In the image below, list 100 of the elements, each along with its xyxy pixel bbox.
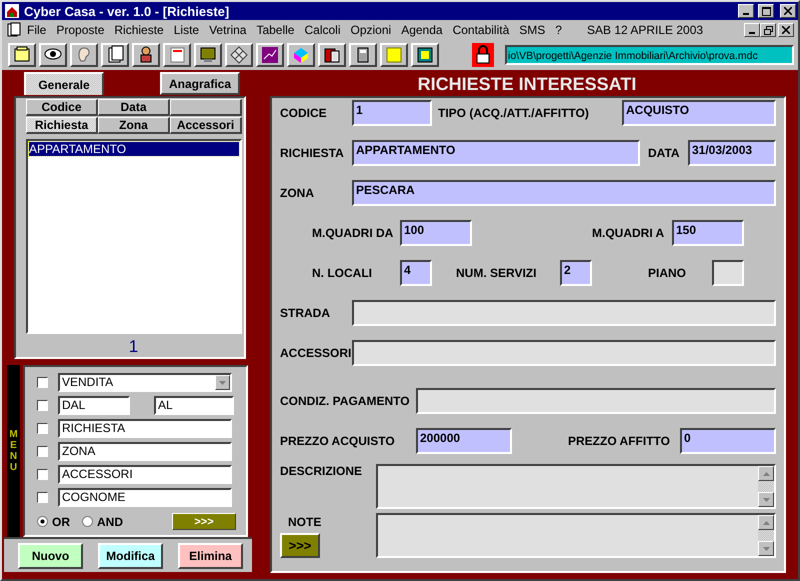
field-label: NOTE [288,515,322,529]
toolbar-button[interactable] [256,43,284,67]
input-field[interactable]: RICHIESTA [58,419,232,438]
radio-button[interactable]: AND [82,514,123,528]
close-icon [784,7,792,15]
picture-icon [415,45,435,65]
input-field[interactable]: ACCESSORI [58,465,232,484]
toolbar-button[interactable] [411,43,439,67]
input-field[interactable] [416,388,776,414]
close-button[interactable] [778,23,794,37]
maximize-button[interactable] [758,4,774,18]
field-label: STRADA [280,306,331,320]
field-label: CODICE [280,106,328,120]
minimize-button[interactable] [738,4,754,18]
toolbar-button[interactable] [225,43,253,67]
field-label: M.QUADRI DA [312,226,394,240]
menu-item[interactable]: Proposte [51,23,110,37]
checkbox[interactable] [37,423,48,434]
input-field[interactable] [352,340,776,366]
window-title: Cyber Casa - ver. 1.0 - [Richieste] [24,4,230,18]
input-field[interactable]: 1 [352,100,432,126]
menu-strip[interactable]: MENU [7,365,20,537]
grid-icon [229,45,249,65]
toolbar-button[interactable] [194,43,222,67]
padlock-icon[interactable] [472,43,494,67]
sort-button[interactable]: Data [98,99,170,116]
tab[interactable]: Generale [24,72,104,95]
radio-button[interactable]: OR [37,514,70,528]
tab[interactable]: Anagrafica [160,72,240,95]
menu-item[interactable]: ? [550,23,567,37]
sort-button[interactable]: Codice [26,99,98,116]
field-label: PREZZO AFFITTO [568,434,671,448]
menu-item[interactable]: Vetrina [204,23,252,37]
input-field[interactable] [712,260,744,286]
dropdown[interactable]: VENDITA [58,373,232,392]
checkbox[interactable] [37,377,48,388]
menu-item[interactable]: Opzioni [346,23,396,37]
menu-item[interactable]: Tabelle [251,23,300,37]
input-field[interactable]: 200000 [416,428,512,454]
input-field[interactable]: PESCARA [352,180,776,206]
checkbox[interactable] [37,469,48,480]
description-field[interactable] [376,464,776,509]
menu-item[interactable]: Contabilità [448,23,514,37]
notes-button[interactable]: >>> [280,533,320,558]
toolbar-button[interactable] [8,43,36,67]
restore-button[interactable] [760,23,776,37]
sort-button[interactable]: Richiesta [26,117,98,134]
field-label: NUM. SERVIZI [456,266,538,280]
checkbox[interactable] [37,400,48,411]
toolbar-button[interactable] [349,43,377,67]
menu-label: MENU [8,429,18,473]
menu-item[interactable]: Agenda [396,23,448,37]
menu-item[interactable]: Richieste [109,23,169,37]
menu-item[interactable]: Liste [168,23,204,37]
input-field[interactable]: DAL [58,396,130,415]
minimize-button[interactable] [744,23,760,37]
input-field[interactable]: 150 [672,220,744,246]
menu-item[interactable]: File [22,23,52,37]
notes-field[interactable] [376,513,776,558]
input-field[interactable]: 4 [400,260,432,286]
menu-item[interactable]: SMS [514,23,550,37]
toolbar-button[interactable] [101,43,129,67]
up-arrow-icon [762,472,770,476]
input-field[interactable]: COGNOME [58,488,232,507]
input-field[interactable]: ZONA [58,442,232,461]
app-icon [4,3,20,19]
input-field[interactable]: 0 [680,428,776,454]
maximize-icon [762,6,770,16]
input-field[interactable]: 100 [400,220,472,246]
sort-button[interactable]: Zona [98,117,170,134]
input-field[interactable]: APPARTAMENTO [352,140,640,166]
action-button[interactable]: Elimina [178,542,243,568]
field-label: M.QUADRI A [592,226,666,240]
input-field[interactable]: 2 [560,260,592,286]
checkbox[interactable] [37,446,48,457]
input-field[interactable]: ACQUISTO [622,100,776,126]
checkbox[interactable] [37,492,48,503]
date-text: SAB 12 APRILE 2003 [586,23,704,37]
down-arrow-icon [762,498,770,502]
toolbar-button[interactable] [70,43,98,67]
action-button[interactable]: Nuovo [18,542,83,568]
list-item[interactable]: APPARTAMENTO [29,142,239,156]
toolbar-button[interactable] [380,43,408,67]
search-button[interactable]: >>> [172,513,236,530]
toolbar-button[interactable] [163,43,191,67]
path-field[interactable]: io\VB\progetti\Agenzie Immobiliari\Archivio\prova.mdc [505,45,794,65]
toolbar-button[interactable] [39,43,67,67]
toolbar-button[interactable] [132,43,160,67]
sort-button[interactable] [170,99,242,116]
input-field[interactable]: 31/03/2003 [688,140,776,166]
input-field[interactable] [352,300,776,326]
record-count: 1 [128,337,138,357]
toolbar-button[interactable] [318,43,346,67]
close-button[interactable] [780,4,796,18]
input-field[interactable]: AL [154,396,234,415]
list-box[interactable]: APPARTAMENTO [26,139,242,334]
sort-button[interactable]: Accessori [170,117,242,134]
action-button[interactable]: Modifica [98,542,163,568]
toolbar-button[interactable] [287,43,315,67]
menu-item[interactable]: Calcoli [299,23,346,37]
